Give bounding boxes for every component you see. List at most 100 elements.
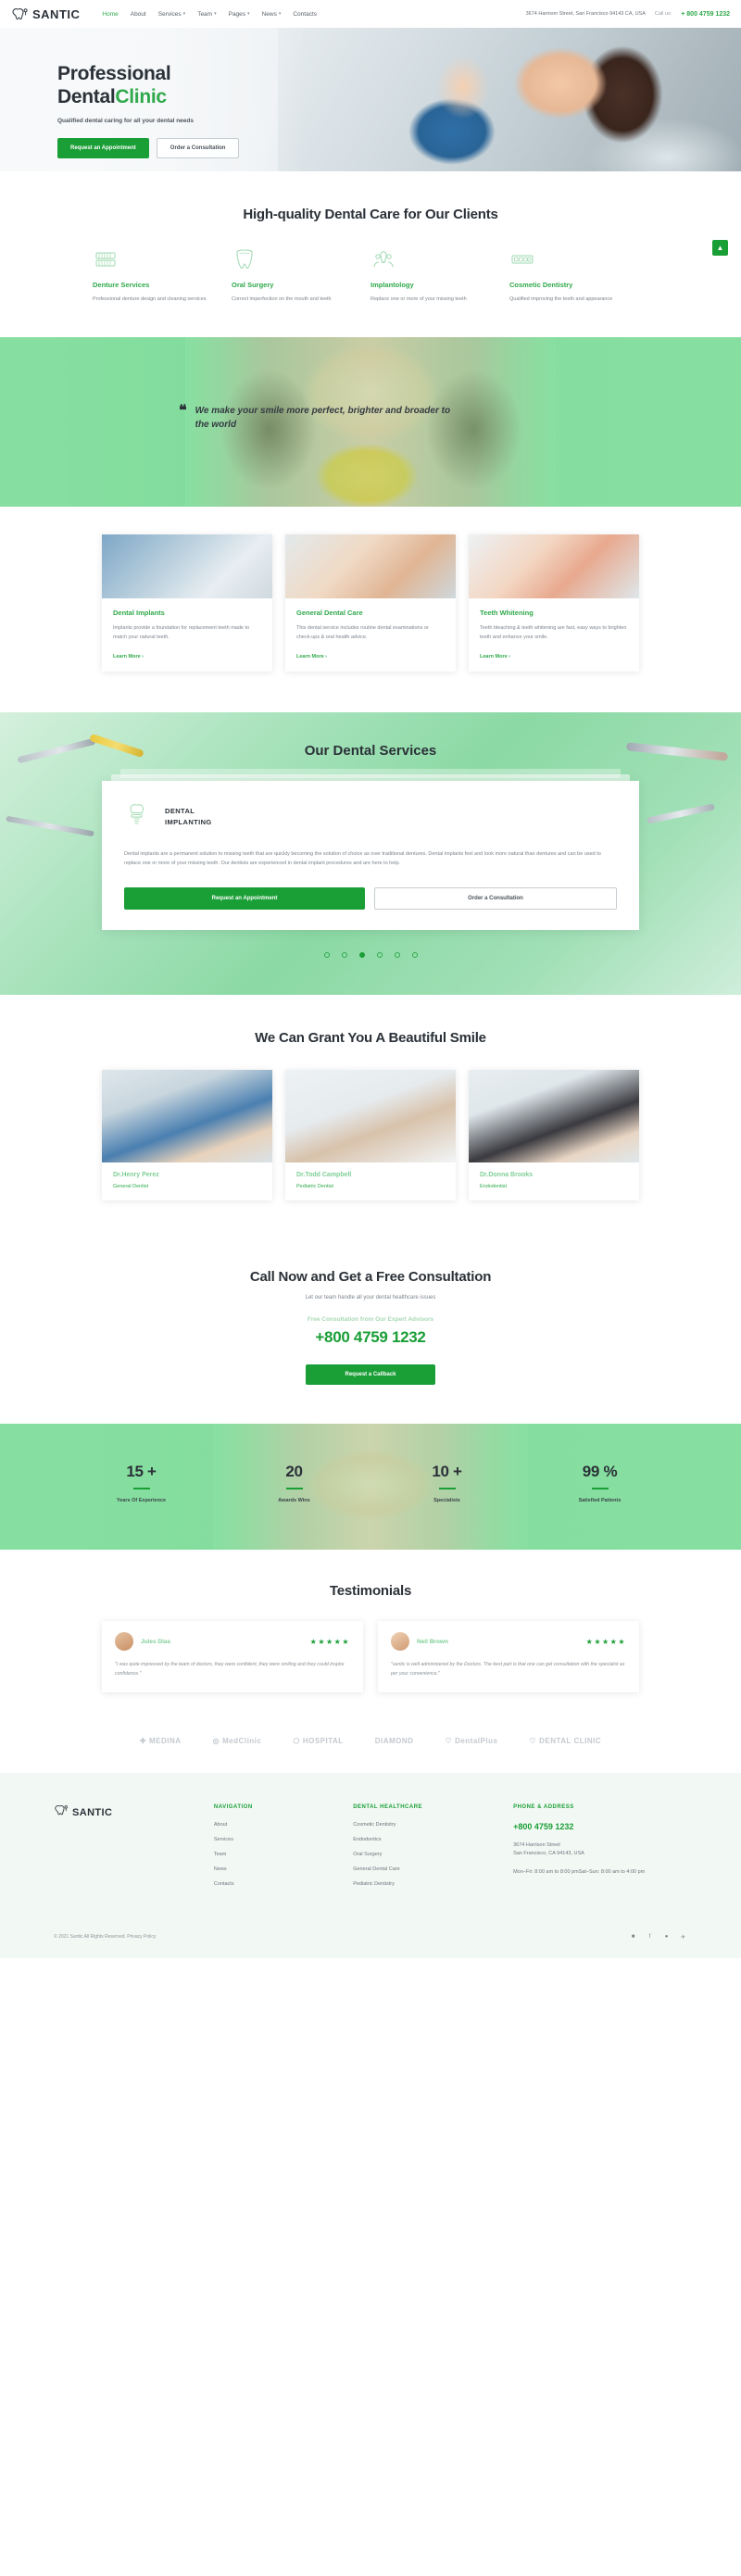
request-appointment-button[interactable]: Request an Appointment: [124, 887, 365, 911]
feature-card[interactable]: General Dental Care This dental service …: [285, 534, 456, 672]
service-item[interactable]: Implantology Replace one or more of your…: [370, 248, 509, 304]
footer-link-cosmetic-dentistry[interactable]: Cosmetic Dentistry: [353, 1822, 513, 1828]
site-header: SANTIC Home About Services ▾ Team ▾ Pages ▾…: [0, 0, 741, 28]
hero-line1: Professional: [57, 63, 171, 84]
footer-phone[interactable]: +800 4759 1232: [513, 1822, 687, 1831]
service-name: Oral Surgery: [232, 281, 274, 289]
feature-card[interactable]: Teeth Whitening Teeth bleaching & teeth …: [469, 534, 639, 672]
brand-logo: ⬡ HOSPITAL: [293, 1737, 343, 1745]
card-desc: Teeth bleaching & teeth whitening are fa…: [480, 625, 627, 640]
learn-more-link[interactable]: Learn More ›: [113, 654, 261, 660]
learn-more-link[interactable]: Learn More ›: [296, 654, 445, 660]
nav-item-contacts[interactable]: Contacts: [293, 11, 317, 18]
footer-link-oral-surgery[interactable]: Oral Surgery: [353, 1852, 513, 1857]
nav-label: Services: [157, 10, 182, 18]
cta-small-text: Free Consultation from Our Expert Adviso…: [307, 1316, 434, 1324]
stat-label: Satisfied Patients: [578, 1498, 622, 1504]
h-icon: ⬡: [293, 1736, 300, 1745]
member-photo: [102, 1070, 272, 1163]
service-desc: Qualified improving the teeth and appear…: [509, 296, 613, 302]
footer-link-pediatric-dentistry[interactable]: Pediatric Dentistry: [353, 1881, 513, 1887]
nav-item-team[interactable]: Team ▾: [197, 11, 216, 18]
stat-label: Years Of Experience: [116, 1498, 167, 1504]
braces-icon: [509, 248, 535, 270]
footer-link-contacts[interactable]: Contacts: [214, 1881, 353, 1887]
service-slide-panel: DENTAL IMPLANTING Dental implants are a …: [102, 780, 639, 931]
card-desc: This dental service includes routine den…: [296, 625, 429, 640]
request-appointment-button[interactable]: Request an Appointment: [57, 137, 149, 158]
tooth-icon: ♡: [445, 1736, 453, 1745]
cta-phone[interactable]: +800 4759 1232: [0, 1328, 741, 1347]
testimonial-card: Jules Dias ★★★★★ "I was quite impressed …: [102, 1621, 363, 1692]
slider-dot[interactable]: [411, 952, 418, 959]
stat-divider: [438, 1488, 456, 1490]
order-consultation-button[interactable]: Order a Consultation: [156, 137, 240, 158]
rating-stars-icon: ★★★★★: [585, 1637, 626, 1646]
chevron-down-icon: ▾: [278, 11, 282, 17]
services-section: High-quality Dental Care for Our Clients…: [0, 171, 741, 338]
slider-dot[interactable]: [376, 952, 383, 959]
brand-logos-strip: ✚ MEDINA ◎ MedClinic ⬡ HOSPITAL DIAMOND ♡ De…: [0, 1719, 741, 1773]
footer-bottom-bar: © 2021 Santic All Rights Reserved. Priva…: [0, 1918, 741, 1958]
nav-item-home[interactable]: Home: [102, 11, 118, 18]
header-address: 3674 Harrison Street, San Francisco 9414…: [525, 11, 646, 17]
footer-link-services[interactable]: Services: [214, 1837, 353, 1842]
dental-services-title: Our Dental Services: [304, 742, 437, 759]
panel-title-line2: IMPLANTING: [165, 818, 212, 827]
service-item[interactable]: Cosmetic Dentistry Qualified improving t…: [509, 248, 648, 304]
nav-item-pages[interactable]: Pages ▾: [229, 11, 250, 18]
footer-address: 3674 Harrison Street San Francisco, CA 9…: [513, 1841, 584, 1857]
nav-label: Team: [197, 10, 213, 18]
stat-divider: [132, 1488, 150, 1490]
team-member-card[interactable]: Dr.Donna Brooks Endodontist: [469, 1070, 639, 1201]
slider-dot[interactable]: [341, 952, 347, 959]
stat-item: 20 Awards Wins: [218, 1463, 370, 1503]
footer-link-news[interactable]: News: [214, 1866, 353, 1872]
card-title: Dental Implants: [113, 609, 165, 618]
nav-label: Contacts: [293, 10, 317, 18]
card-desc: Implants provide a foundation for replac…: [113, 625, 250, 640]
nav-item-news[interactable]: News ▾: [262, 11, 282, 18]
footer-logo[interactable]: SANTIC: [54, 1804, 214, 1821]
stat-item: 99 % Satisfied Patients: [523, 1463, 676, 1503]
stat-item: 15 + Years Of Experience: [65, 1463, 218, 1503]
footer-link-team[interactable]: Team: [214, 1852, 353, 1857]
learn-more-link[interactable]: Learn More ›: [480, 654, 628, 660]
footer-link-endodontics[interactable]: Endodontics: [353, 1837, 513, 1842]
team-member-card[interactable]: Dr.Henry Perez General Dentist: [102, 1070, 272, 1201]
facebook-icon[interactable]: f: [646, 1933, 654, 1941]
testimonial-header: Neil Brown ★★★★★: [391, 1632, 626, 1652]
brand-label: MedClinic: [222, 1736, 262, 1745]
slider-dot[interactable]: [323, 952, 330, 959]
instagram-icon[interactable]: ●: [662, 1933, 671, 1941]
service-item[interactable]: Oral Surgery Correct imperfection on the…: [232, 248, 370, 304]
slider-dot[interactable]: [394, 952, 400, 959]
services-title: High-quality Dental Care for Our Clients: [243, 207, 498, 222]
team-member-card[interactable]: Dr.Todd Campbell Pediatric Dentist: [285, 1070, 456, 1201]
cta-subtitle: Let our team handle all your dental heal…: [305, 1295, 436, 1301]
stat-label: Awards Wins: [278, 1498, 310, 1504]
cta-section: Call Now and Get a Free Consultation Let…: [0, 1238, 741, 1425]
brand-logo: ✚ MEDINA: [140, 1737, 182, 1745]
footer-col-navigation: NAVIGATION About Services Team News Cont…: [214, 1804, 353, 1896]
logo[interactable]: SANTIC: [11, 7, 80, 21]
footer-link-about[interactable]: About: [214, 1822, 353, 1828]
request-callback-button[interactable]: Request a Callback: [306, 1364, 435, 1386]
feature-card[interactable]: Dental Implants Implants provide a found…: [102, 534, 272, 672]
slider-dot-active[interactable]: [358, 952, 365, 959]
twitter-icon[interactable]: ✈: [679, 1933, 687, 1941]
service-item[interactable]: Denture Services Professional denture de…: [93, 248, 232, 304]
header-phone[interactable]: + 800 4759 1232: [681, 11, 730, 18]
quote-text: We make your smile more perfect, brighte…: [195, 406, 451, 430]
scroll-to-top-button[interactable]: ▲: [712, 240, 728, 256]
nav-item-services[interactable]: Services ▾: [158, 11, 185, 18]
chevron-down-icon: ▾: [182, 11, 186, 17]
member-photo: [469, 1070, 639, 1163]
footer-link-general-dental-care[interactable]: General Dental Care: [353, 1866, 513, 1872]
card-image: [469, 534, 639, 599]
quote-content: ❝ We make your smile more perfect, brigh…: [0, 337, 741, 432]
card-image: [285, 534, 456, 599]
nav-item-about[interactable]: About: [131, 11, 146, 18]
linkedin-icon[interactable]: ■: [629, 1933, 637, 1941]
order-consultation-button[interactable]: Order a Consultation: [374, 887, 617, 911]
